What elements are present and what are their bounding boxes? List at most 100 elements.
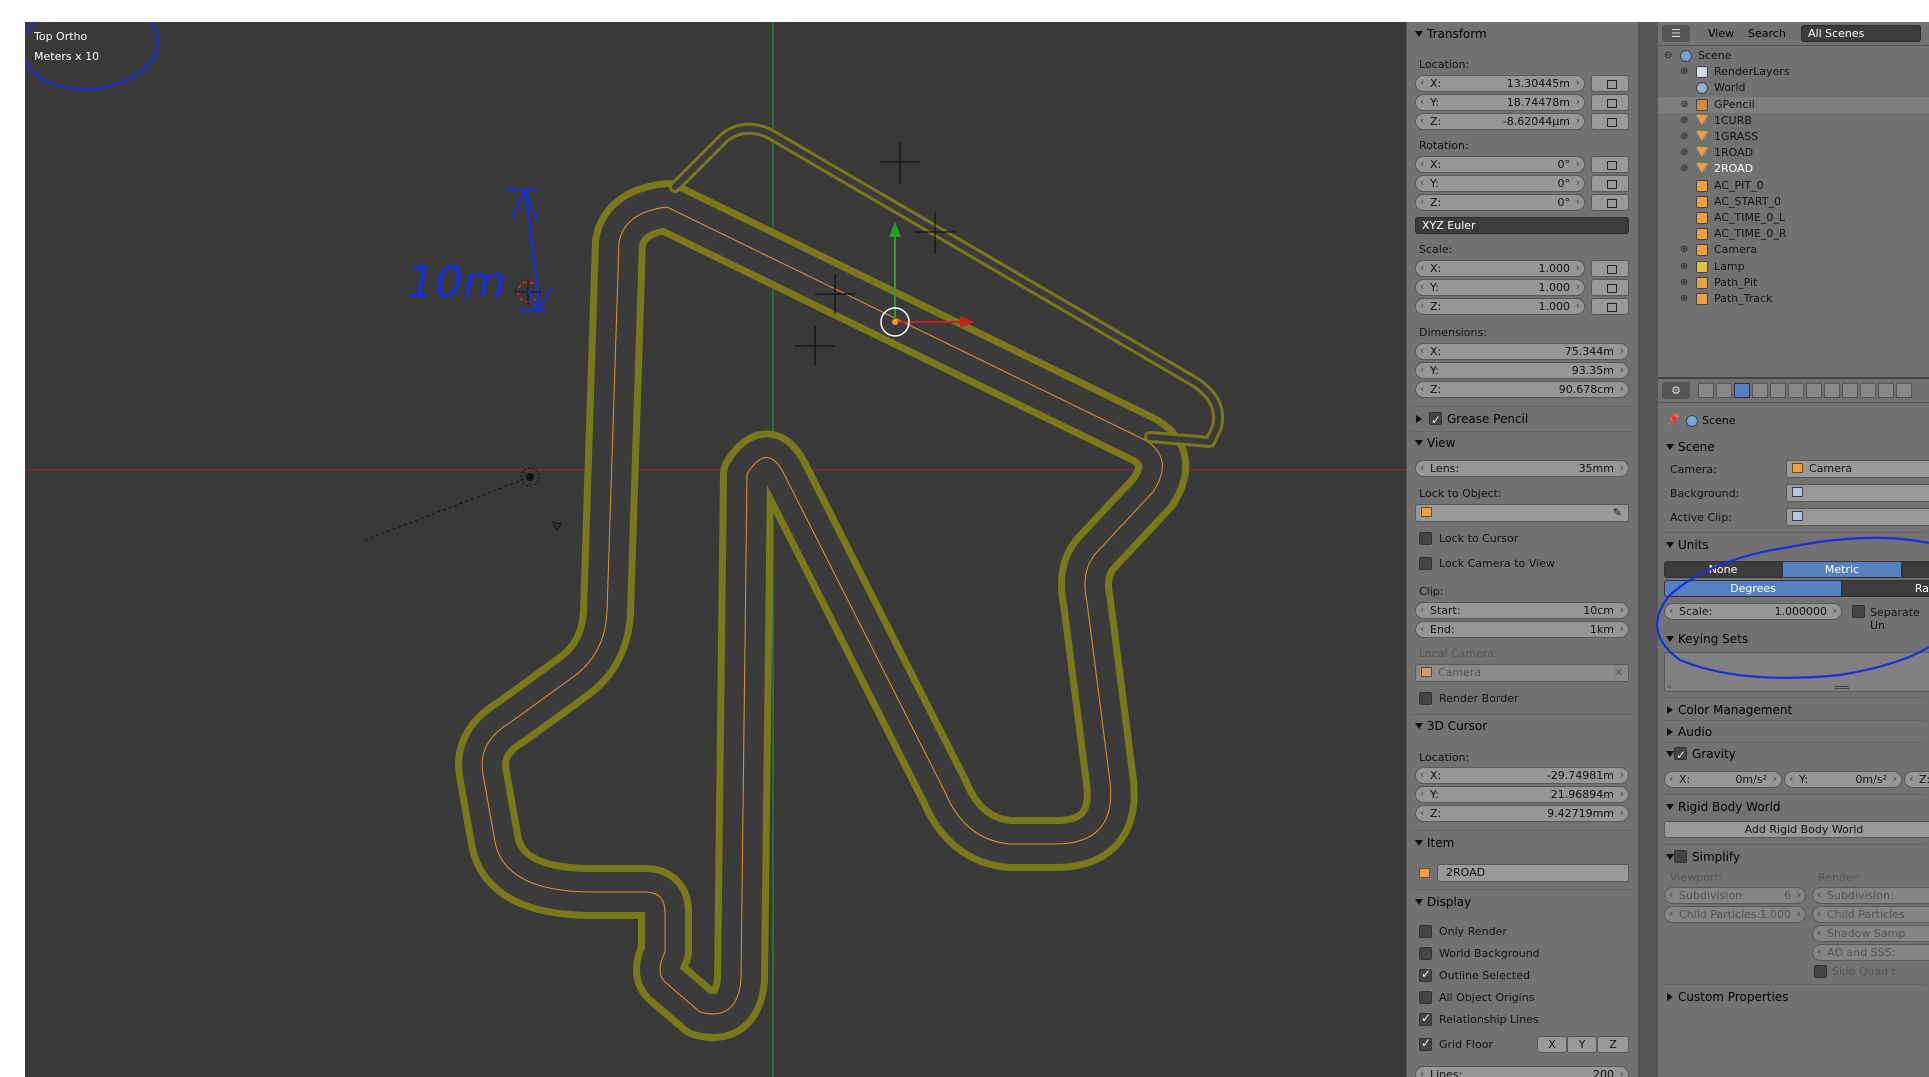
clip-end-field[interactable]: End:1km [1415, 621, 1629, 638]
grid-floor-checkbox[interactable] [1419, 1036, 1432, 1051]
location-x-field[interactable]: X:13.30445m [1415, 75, 1585, 92]
outliner-item-path-pit[interactable]: ⊕ Path_Pit [1658, 275, 1929, 291]
expand-icon[interactable]: ⊕ [1680, 291, 1688, 307]
outliner-item-lamp[interactable]: ⊕ Lamp [1658, 259, 1929, 275]
rotation-y-field[interactable]: Y:0° [1415, 175, 1585, 192]
cursor-y-field[interactable]: Y:21.96894m [1415, 786, 1629, 803]
viewport-subdivision-field[interactable]: Subdivision:6 [1664, 887, 1806, 904]
add-rigid-body-world-button[interactable]: Add Rigid Body World [1664, 821, 1929, 838]
expand-icon[interactable]: ⊕ [1680, 97, 1688, 113]
world-background-checkbox[interactable] [1419, 947, 1432, 960]
clear-icon[interactable]: ✕ [1614, 665, 1623, 681]
simplify-panel-header[interactable]: Simplify [1662, 847, 1925, 867]
lock-to-cursor-checkbox[interactable] [1419, 532, 1432, 545]
viewport-canvas[interactable]: 10m [25, 22, 1406, 1077]
3d-cursor-panel-header[interactable]: 3D Cursor [1411, 716, 1634, 736]
eyedropper-icon[interactable]: ✎ [1613, 505, 1622, 521]
outliner-item-ac-start-0[interactable]: AC_START_0 [1658, 194, 1929, 210]
modifiers-tab-icon[interactable] [1806, 383, 1822, 398]
object-tab-icon[interactable] [1770, 383, 1786, 398]
local-camera-field[interactable]: Camera ✕ [1415, 664, 1629, 682]
rigid-body-world-panel-header[interactable]: Rigid Body World [1662, 797, 1925, 817]
gravity-panel-header[interactable]: Gravity [1662, 744, 1925, 765]
outliner-item-path-track[interactable]: ⊕ Path_Track [1658, 291, 1929, 307]
material-tab-icon[interactable] [1842, 383, 1858, 398]
lock-location-z-button[interactable] [1591, 113, 1629, 130]
grease-pencil-panel-header[interactable]: Grease Pencil [1411, 409, 1634, 430]
scenes-dropdown[interactable]: All Scenes [1801, 25, 1921, 42]
expand-icon[interactable]: ⊕ [1680, 64, 1688, 80]
render-tab-icon[interactable] [1698, 383, 1714, 398]
properties-n-panel[interactable]: Transform Location: X:13.30445m Y:18.744… [1406, 22, 1638, 1077]
all-object-origins-checkbox[interactable] [1419, 991, 1432, 1004]
grid-axis-y-toggle[interactable]: Y [1567, 1036, 1597, 1053]
audio-panel-header[interactable]: Audio [1662, 722, 1925, 742]
lock-rotation-x-button[interactable] [1591, 156, 1629, 173]
item-name-field[interactable]: 2ROAD [1437, 864, 1629, 882]
dimensions-y-field[interactable]: Y:93.35m [1415, 362, 1629, 379]
relationship-lines-checkbox[interactable] [1419, 1011, 1432, 1026]
transform-panel-header[interactable]: Transform [1411, 24, 1634, 44]
expand-icon[interactable]: ⊕ [1680, 275, 1688, 291]
lock-camera-to-view-checkbox[interactable] [1419, 557, 1432, 570]
render-layers-tab-icon[interactable] [1716, 383, 1732, 398]
cursor-x-field[interactable]: X:-29.74981m [1415, 767, 1629, 784]
clip-start-field[interactable]: Start:10cm [1415, 602, 1629, 619]
lock-rotation-y-button[interactable] [1591, 175, 1629, 192]
outliner-item-ac-time-0-l[interactable]: AC_TIME_0_L [1658, 210, 1929, 226]
rotation-z-field[interactable]: Z:0° [1415, 194, 1585, 211]
lock-scale-y-button[interactable] [1591, 279, 1629, 296]
collapse-icon[interactable]: ⊖ [1664, 48, 1672, 64]
pin-icon[interactable]: 📌 [1666, 413, 1680, 426]
expand-icon[interactable]: ⊕ [1680, 242, 1688, 258]
outliner-search-menu[interactable]: Search [1748, 27, 1786, 40]
outliner-item-ac-time-0-r[interactable]: AC_TIME_0_R [1658, 226, 1929, 242]
rotation-mode-dropdown[interactable]: XYZ Euler [1415, 217, 1629, 234]
gravity-y-field[interactable]: Y:0m/s² [1784, 771, 1902, 788]
outliner-item-1curb[interactable]: ⊕ 1CURB [1658, 113, 1929, 129]
expand-icon[interactable]: ⊕ [1680, 259, 1688, 275]
properties-editor[interactable]: ⚙ 📌 Scene Scene Camera: Camera Backgroun… [1658, 377, 1929, 1077]
3d-viewport[interactable]: 10m Top Ortho Meters x 10 [25, 22, 1406, 1077]
render-border-checkbox[interactable] [1419, 692, 1432, 705]
expand-icon[interactable]: ⊕ [1680, 113, 1688, 129]
rotation-x-field[interactable]: X:0° [1415, 156, 1585, 173]
outline-selected-checkbox[interactable] [1419, 967, 1432, 982]
lock-rotation-z-button[interactable] [1591, 194, 1629, 211]
scene-tab-icon[interactable] [1734, 383, 1750, 398]
grease-pencil-checkbox[interactable] [1429, 410, 1442, 430]
lock-scale-z-button[interactable] [1591, 298, 1629, 315]
custom-properties-panel-header[interactable]: Custom Properties [1662, 987, 1925, 1007]
world-tab-icon[interactable] [1752, 383, 1768, 398]
only-render-checkbox[interactable] [1419, 925, 1432, 938]
cursor-z-field[interactable]: Z:9.42719mm [1415, 805, 1629, 822]
skip-quad-checkbox[interactable] [1814, 965, 1827, 978]
list-resize-handle[interactable] [1835, 686, 1849, 687]
outliner-item-gpencil[interactable]: ⊕ GPencil [1658, 96, 1929, 113]
scale-x-field[interactable]: X:1.000 [1415, 260, 1585, 277]
viewport-child-particles-field[interactable]: Child Particles:1.000 [1664, 906, 1806, 923]
expand-icon[interactable]: ⊕ [1680, 129, 1688, 145]
lens-field[interactable]: Lens:35mm [1415, 460, 1629, 477]
scale-y-field[interactable]: Y:1.000 [1415, 279, 1585, 296]
shadow-samples-field[interactable]: Shadow Samp [1812, 925, 1929, 942]
outliner-item-1road[interactable]: ⊕ 1ROAD [1658, 145, 1929, 161]
gravity-checkbox[interactable] [1674, 745, 1687, 765]
grid-axis-z-toggle[interactable]: Z [1597, 1036, 1629, 1053]
gravity-z-field[interactable]: Z: [1904, 771, 1929, 788]
editor-type-icon[interactable]: ⚙ [1662, 382, 1690, 399]
outliner-item-camera[interactable]: ⊕ Camera [1658, 242, 1929, 258]
lock-to-object-field[interactable]: ✎ [1415, 504, 1629, 522]
outliner-item-ac-pit-0[interactable]: AC_PIT_0 [1658, 178, 1929, 194]
data-tab-icon[interactable] [1824, 383, 1840, 398]
view-panel-header[interactable]: View [1411, 433, 1634, 453]
outliner-item-scene[interactable]: ⊖ Scene [1658, 48, 1929, 64]
location-y-field[interactable]: Y:18.74478m [1415, 94, 1585, 111]
grid-axis-x-toggle[interactable]: X [1537, 1036, 1567, 1053]
render-child-particles-field[interactable]: Child Particles [1812, 906, 1929, 923]
item-panel-header[interactable]: Item [1411, 833, 1634, 853]
outliner-item-1grass[interactable]: ⊕ 1GRASS [1658, 129, 1929, 145]
outliner[interactable]: ☰ View Search All Scenes ⊖ Scene ⊕ RenderLa… [1658, 22, 1929, 377]
lock-scale-x-button[interactable] [1591, 260, 1629, 277]
background-field[interactable] [1786, 484, 1929, 502]
